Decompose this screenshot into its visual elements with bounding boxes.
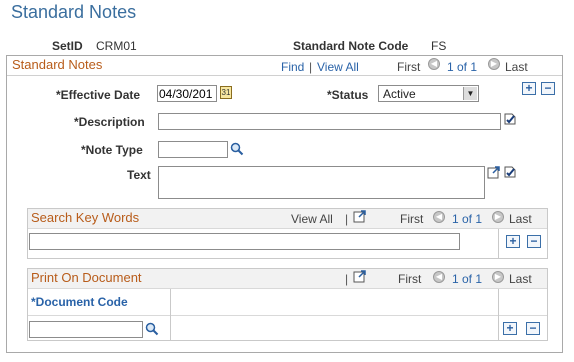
print-prev-icon[interactable]: ◀	[433, 271, 445, 283]
page-title: Standard Notes	[11, 2, 137, 22]
text-spellcheck-icon[interactable]	[503, 165, 517, 179]
find-separator: |	[309, 60, 313, 74]
search-first-label: First	[400, 212, 424, 226]
print-first-label: First	[398, 272, 422, 286]
arrow-left-circle-icon[interactable]: ◀	[428, 58, 440, 70]
chevron-down-icon[interactable]: ▼	[463, 87, 477, 100]
find-link[interactable]: Find	[281, 60, 304, 74]
search-delete-button[interactable]: −	[527, 235, 541, 248]
expand-grid-icon[interactable]	[487, 165, 501, 179]
status-selected-value: Active	[383, 87, 416, 101]
search-column-divider	[498, 229, 499, 258]
text-label: Text	[127, 168, 151, 182]
print-separator: |	[345, 272, 349, 286]
add-row-button[interactable]: +	[522, 82, 536, 95]
search-key-word-input[interactable]	[29, 233, 460, 250]
print-delete-button[interactable]: −	[526, 322, 540, 335]
standard-notes-title: Standard Notes	[12, 57, 103, 72]
search-key-words-title: Search Key Words	[31, 210, 140, 225]
print-column-divider-1	[170, 289, 171, 340]
search-separator: |	[345, 212, 349, 226]
search-add-button[interactable]: +	[506, 235, 520, 248]
text-textarea[interactable]	[158, 166, 485, 199]
print-expand-icon[interactable]	[353, 269, 367, 283]
description-label: *Description	[74, 115, 145, 129]
calendar-icon[interactable]: 31	[220, 86, 232, 99]
arrow-right-circle-icon[interactable]: ▶	[488, 58, 500, 70]
search-prev-icon[interactable]: ◀	[433, 211, 445, 223]
standard-note-code-value: FS	[431, 39, 447, 53]
status-label: *Status	[327, 88, 369, 102]
search-row-counter: 1 of 1	[452, 212, 483, 226]
magnifier-icon[interactable]	[230, 142, 244, 156]
note-type-label: *Note Type	[81, 143, 143, 157]
note-type-input[interactable]	[158, 141, 228, 158]
setid-value: CRM01	[96, 39, 137, 53]
search-expand-icon[interactable]	[353, 209, 367, 223]
effective-date-label: *Effective Date	[56, 88, 141, 102]
last-label: Last	[505, 60, 528, 74]
print-next-icon[interactable]: ▶	[492, 271, 504, 283]
document-code-input[interactable]	[29, 321, 143, 338]
delete-row-button[interactable]: −	[541, 82, 555, 95]
status-select[interactable]: Active ▼	[378, 85, 479, 102]
print-column-divider-2	[498, 289, 499, 340]
row-counter: 1 of 1	[447, 60, 478, 74]
document-code-lookup-icon[interactable]	[145, 322, 159, 336]
setid-label: SetID	[52, 39, 83, 53]
view-all-link[interactable]: View All	[317, 60, 359, 74]
search-next-icon[interactable]: ▶	[492, 211, 504, 223]
first-label: First	[397, 60, 421, 74]
print-last-label: Last	[509, 272, 532, 286]
print-add-button[interactable]: +	[503, 322, 517, 335]
search-view-all-link[interactable]: View All	[291, 212, 333, 226]
document-code-column-header: *Document Code	[31, 295, 128, 309]
standard-note-code-label: Standard Note Code	[293, 39, 409, 53]
spellcheck-icon[interactable]	[503, 112, 517, 126]
print-on-document-title: Print On Document	[31, 270, 142, 285]
effective-date-input[interactable]	[157, 85, 217, 102]
search-last-label: Last	[509, 212, 532, 226]
print-row-counter: 1 of 1	[452, 272, 483, 286]
description-input[interactable]	[158, 113, 501, 130]
